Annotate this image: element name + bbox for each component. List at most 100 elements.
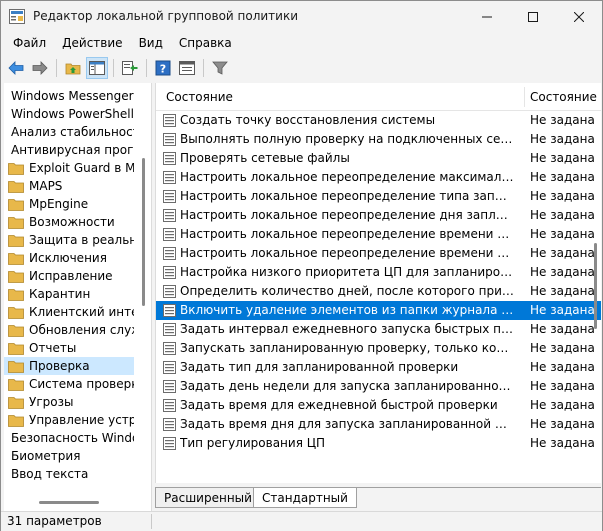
- tree-item[interactable]: MpEngine: [4, 195, 134, 213]
- menu-help[interactable]: Справка: [171, 32, 240, 54]
- tree-item[interactable]: Отчеты: [4, 339, 134, 357]
- tree-hscroll-thumb[interactable]: [39, 501, 99, 504]
- policy-setting-icon: [163, 247, 176, 260]
- tree-item[interactable]: Защита в реальном: [4, 231, 134, 249]
- tree-item[interactable]: Управление устрой: [4, 411, 134, 429]
- back-button[interactable]: [5, 57, 27, 79]
- tree-item[interactable]: Windows PowerShell: [4, 105, 134, 123]
- menu-bar: Файл Действие Вид Справка: [1, 32, 602, 54]
- tree-item-label: Карантин: [29, 287, 91, 301]
- table-row[interactable]: Задать тип для запланированной проверки Н…: [156, 358, 601, 377]
- table-row[interactable]: Задать интервал ежедневного запуска быст…: [156, 320, 601, 339]
- tree-item[interactable]: Проверка: [4, 357, 134, 375]
- table-row[interactable]: Настроить локальное переопределение врем…: [156, 244, 601, 263]
- properties-icon: [179, 61, 195, 75]
- tree-item[interactable]: Анализ стабильности: [4, 123, 134, 141]
- tree-item[interactable]: Windows Messenger: [4, 87, 134, 105]
- column-header-setting[interactable]: Состояние: [166, 83, 233, 111]
- forward-arrow-icon: [32, 61, 48, 75]
- tree-item[interactable]: Клиентский интерс: [4, 303, 134, 321]
- column-header-state[interactable]: Состояние: [530, 83, 597, 111]
- maximize-button[interactable]: [510, 1, 556, 32]
- table-row[interactable]: Тип регулирования ЦП Не задана: [156, 434, 601, 453]
- policy-setting-icon: [163, 380, 176, 393]
- table-row[interactable]: Проверять сетевые файлы Не задана: [156, 149, 601, 168]
- folder-icon: [8, 306, 24, 319]
- setting-name: Проверять сетевые файлы: [180, 151, 350, 165]
- menu-view[interactable]: Вид: [131, 32, 171, 54]
- title-bar[interactable]: Редактор локальной групповой политики: [1, 1, 602, 32]
- filter-button[interactable]: [209, 57, 231, 79]
- tree-item[interactable]: Биометрия: [4, 447, 134, 465]
- up-one-level-button[interactable]: [62, 57, 84, 79]
- tree-item-label: Антивирусная програм: [11, 143, 134, 157]
- svg-text:?: ?: [160, 63, 166, 76]
- gpedit-window: Редактор локальной групповой политики Фа…: [0, 0, 603, 531]
- menu-action[interactable]: Действие: [54, 32, 130, 54]
- tree-vertical-scrollbar[interactable]: [135, 83, 151, 493]
- setting-name: Запускать запланированную проверку, толь…: [180, 341, 514, 355]
- tree-item[interactable]: Карантин: [4, 285, 134, 303]
- tree-item[interactable]: Exploit Guard в Mic: [4, 159, 134, 177]
- tree-item[interactable]: Обновления служб: [4, 321, 134, 339]
- tree-item[interactable]: Ввод текста: [4, 465, 134, 483]
- toolbar-separator: [203, 59, 204, 77]
- column-divider[interactable]: [524, 87, 525, 107]
- list-scroll-thumb[interactable]: [594, 243, 597, 329]
- tree-item-label: MpEngine: [29, 197, 89, 211]
- table-row[interactable]: Выполнять полную проверку на подключенны…: [156, 130, 601, 149]
- policy-setting-icon: [163, 285, 176, 298]
- tree-item-label: Windows PowerShell: [11, 107, 134, 121]
- properties-button[interactable]: [176, 57, 198, 79]
- forward-button[interactable]: [29, 57, 51, 79]
- table-row[interactable]: Задать день недели для запуска запланиро…: [156, 377, 601, 396]
- tree-item-label: Система проверки: [29, 377, 134, 391]
- table-row[interactable]: Настроить локальное переопределение дня …: [156, 206, 601, 225]
- table-row[interactable]: Включить удаление элементов из папки жур…: [156, 301, 601, 320]
- tab-extended[interactable]: Расширенный: [155, 488, 260, 508]
- close-button[interactable]: [556, 1, 602, 32]
- tree-scroll-thumb[interactable]: [142, 158, 145, 306]
- table-row[interactable]: Настроить локальное переопределение макс…: [156, 168, 601, 187]
- table-row[interactable]: Определить количество дней, после которо…: [156, 282, 601, 301]
- view-tabs: Расширенный Стандартный: [155, 487, 601, 509]
- folder-up-icon: [65, 63, 81, 75]
- tree-item[interactable]: Исключения: [4, 249, 134, 267]
- console-tree[interactable]: Windows Messenger Windows PowerShell Анали…: [4, 83, 152, 511]
- tree-item[interactable]: Угрозы: [4, 393, 134, 411]
- tree-item[interactable]: Исправление: [4, 267, 134, 285]
- tree-item[interactable]: Система проверки: [4, 375, 134, 393]
- toolbar-separator: [146, 59, 147, 77]
- policy-setting-icon: [163, 418, 176, 431]
- tree-item[interactable]: Антивирусная програм: [4, 141, 134, 159]
- menu-file[interactable]: Файл: [5, 32, 54, 54]
- tree-item[interactable]: Безопасность Window: [4, 429, 134, 447]
- table-row[interactable]: Запускать запланированную проверку, толь…: [156, 339, 601, 358]
- tree-item[interactable]: MAPS: [4, 177, 134, 195]
- tree-item-label: Ввод текста: [11, 467, 89, 481]
- tree-item-label: Возможности: [29, 215, 115, 229]
- show-hide-tree-button[interactable]: [86, 57, 108, 79]
- tree-horizontal-scrollbar[interactable]: [4, 493, 135, 511]
- policy-setting-icon: [163, 133, 176, 146]
- minimize-button[interactable]: [464, 1, 510, 32]
- folder-icon: [8, 378, 24, 391]
- help-button[interactable]: ?: [152, 57, 174, 79]
- table-row[interactable]: Создать точку восстановления системы Не з…: [156, 111, 601, 130]
- table-row[interactable]: Настройка низкого приоритета ЦП для запл…: [156, 263, 601, 282]
- export-list-button[interactable]: [119, 57, 141, 79]
- setting-name: Задать тип для запланированной проверки: [180, 360, 459, 374]
- tree-item-label: Проверка: [29, 359, 90, 373]
- setting-name: Задать время для ежедневной быстрой пров…: [180, 398, 498, 412]
- table-row[interactable]: Задать время для ежедневной быстрой пров…: [156, 396, 601, 415]
- tab-standard[interactable]: Стандартный: [253, 488, 357, 508]
- tree-item[interactable]: Возможности: [4, 213, 134, 231]
- table-row[interactable]: Настроить локальное переопределение типа…: [156, 187, 601, 206]
- table-row[interactable]: Задать время дня для запуска запланирова…: [156, 415, 601, 434]
- settings-list[interactable]: Состояние Состояние Создать точку восста…: [155, 83, 601, 483]
- table-row[interactable]: Настроить локальное переопределение врем…: [156, 225, 601, 244]
- list-vertical-scrollbar[interactable]: [591, 83, 601, 483]
- policy-setting-icon: [163, 190, 176, 203]
- tree-item-label: Угрозы: [29, 395, 74, 409]
- tree-item-label: Биометрия: [11, 449, 81, 463]
